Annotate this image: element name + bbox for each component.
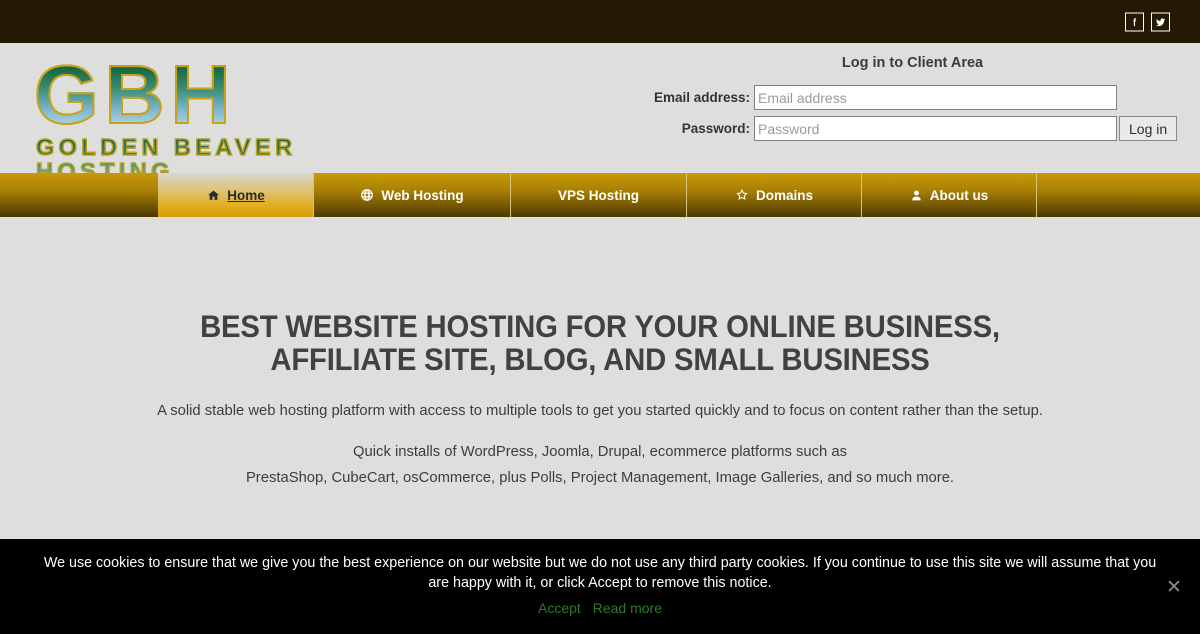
client-login-form: Log in to Client Area Email address: Pas… (645, 55, 1180, 147)
page-root: GBH GOLDEN BEAVER HOSTING Log in to Clie… (0, 0, 1200, 634)
nav-left-spacer (0, 173, 159, 217)
nav-label-home: Home (227, 187, 265, 203)
password-label: Password: (681, 121, 750, 136)
nav-item-about-us[interactable]: About us (861, 173, 1037, 217)
nav-label-web-hosting: Web Hosting (381, 187, 464, 203)
password-field[interactable] (754, 116, 1117, 141)
user-icon (910, 189, 923, 202)
cookie-message: We use cookies to ensure that we give yo… (43, 555, 1157, 591)
login-button[interactable]: Log in (1119, 116, 1178, 141)
hero-section: BEST WEBSITE HOSTING FOR YOUR ONLINE BUS… (0, 217, 1200, 536)
nav-label-vps-hosting: VPS Hosting (557, 187, 639, 203)
nav-label-domains: Domains (755, 187, 813, 203)
globe-icon (360, 188, 374, 202)
close-icon[interactable]: ✕ (1163, 577, 1185, 599)
hero-paragraph-1: A solid stable web hosting platform with… (157, 403, 1043, 419)
logo-initials: GBH (30, 50, 400, 140)
cookie-actions: Accept Read more (0, 600, 1200, 616)
nav-right-filler (1037, 173, 1200, 217)
login-title: Log in to Client Area (841, 55, 984, 71)
heading-line-2: AFFILIATE SITE, BLOG, AND SMALL BUSINESS (270, 341, 930, 377)
site-header: GBH GOLDEN BEAVER HOSTING Log in to Clie… (0, 43, 1200, 184)
page-title: BEST WEBSITE HOSTING FOR YOUR ONLINE BUS… (42, 310, 1158, 376)
hero-paragraph-3: PrestaShop, CubeCart, osCommerce, plus P… (245, 470, 955, 486)
nav-label-about-us: About us (929, 187, 989, 203)
main-navigation: Home Web Hosting VPS Hosting Domains Abo… (0, 173, 1200, 217)
home-icon (207, 189, 220, 202)
password-row: Password: Log in (645, 116, 1180, 141)
social-links (1125, 12, 1170, 31)
cookie-accept-link[interactable]: Accept (538, 600, 581, 616)
cookie-notice: We use cookies to ensure that we give yo… (0, 539, 1200, 634)
star-icon (735, 188, 749, 202)
nav-item-vps-hosting[interactable]: VPS Hosting (510, 173, 687, 217)
heading-line-1: BEST WEBSITE HOSTING FOR YOUR ONLINE BUS… (200, 308, 1000, 344)
hero-paragraph-2: Quick installs of WordPress, Joomla, Dru… (353, 444, 847, 460)
cookie-readmore-link[interactable]: Read more (593, 600, 662, 616)
twitter-icon[interactable] (1151, 12, 1170, 31)
email-row: Email address: (645, 85, 1180, 110)
site-logo[interactable]: GBH GOLDEN BEAVER HOSTING (30, 50, 400, 184)
top-bar (0, 0, 1200, 43)
nav-item-web-hosting[interactable]: Web Hosting (313, 173, 511, 217)
nav-item-domains[interactable]: Domains (686, 173, 862, 217)
email-label: Email address: (653, 90, 750, 105)
nav-item-home[interactable]: Home (158, 173, 314, 217)
email-field[interactable] (754, 85, 1117, 110)
facebook-icon[interactable] (1125, 12, 1144, 31)
